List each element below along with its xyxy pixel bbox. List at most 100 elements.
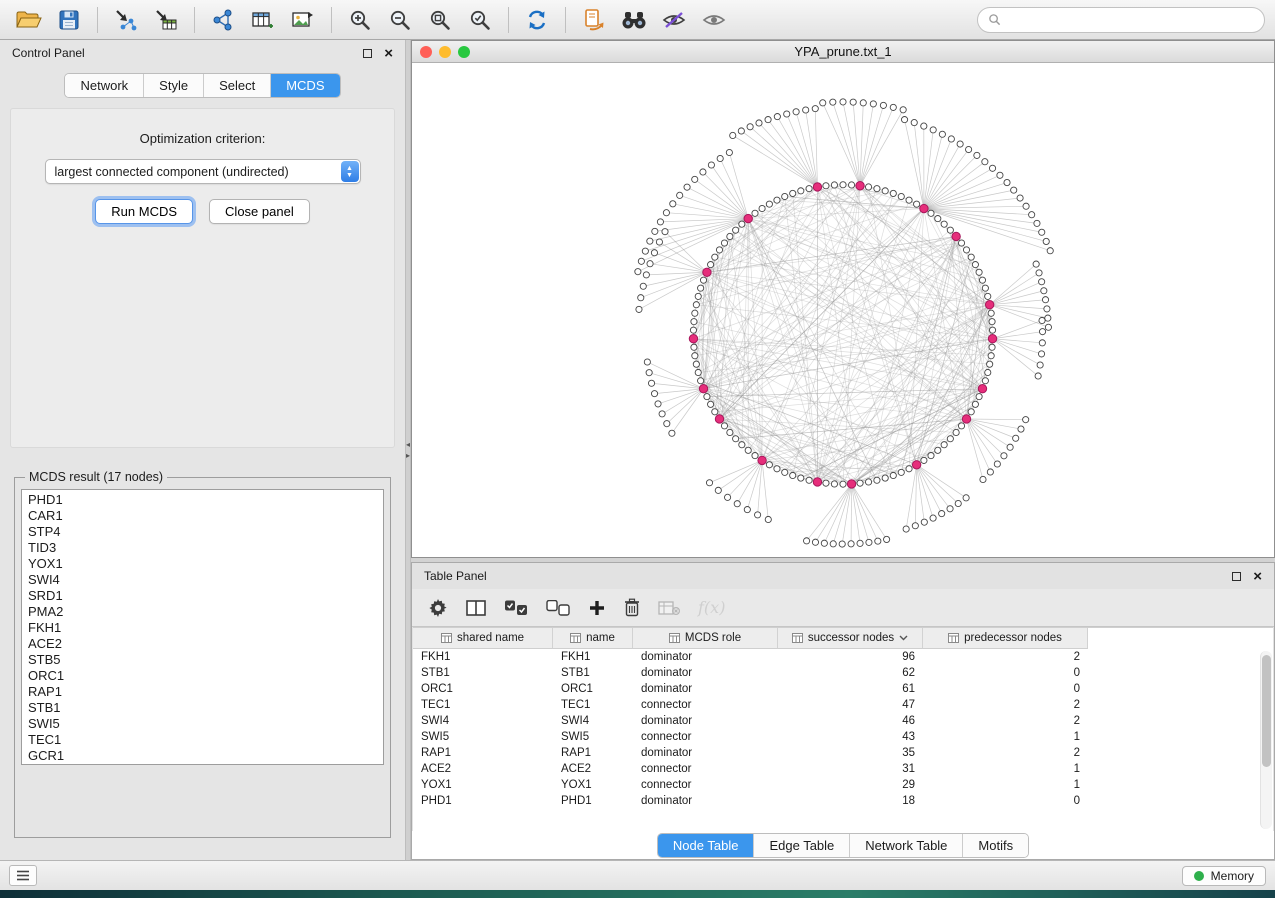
select-all-button[interactable]	[504, 600, 528, 616]
table-scrollbar[interactable]	[1260, 651, 1272, 829]
column-header-predecessor-nodes[interactable]: predecessor nodes	[923, 628, 1088, 649]
network-canvas[interactable]	[412, 63, 1274, 557]
find-button[interactable]	[615, 4, 653, 36]
tab-edge-table[interactable]: Edge Table	[754, 834, 850, 857]
mcds-node-item[interactable]: PMA2	[28, 604, 383, 620]
mcds-node-item[interactable]: TEC1	[28, 732, 383, 748]
toggle-columns-button[interactable]	[466, 599, 486, 617]
search-input[interactable]	[1007, 13, 1254, 27]
deselect-all-button[interactable]	[546, 600, 570, 616]
cell-mcds-role: connector	[633, 763, 778, 775]
mcds-node-item[interactable]: GCR1	[28, 748, 383, 764]
show-view-button[interactable]	[695, 4, 733, 36]
float-panel-icon[interactable]	[363, 49, 372, 58]
close-window-icon[interactable]	[420, 46, 432, 58]
open-folder-icon	[16, 9, 42, 31]
zoom-fit-magnifier-icon	[428, 8, 452, 32]
mcds-node-item[interactable]: CAR1	[28, 508, 383, 524]
cell-name: FKH1	[553, 651, 633, 663]
cell-mcds-role: dominator	[633, 747, 778, 759]
cell-shared-name: TEC1	[413, 699, 553, 711]
zoom-fit-button[interactable]	[421, 4, 459, 36]
toggle-graphics-button[interactable]	[655, 4, 693, 36]
add-column-button[interactable]	[588, 599, 606, 617]
close-table-panel-icon[interactable]: ×	[1253, 569, 1262, 584]
cell-name: ACE2	[553, 763, 633, 775]
float-table-panel-icon[interactable]	[1232, 572, 1241, 581]
column-header-successor-nodes[interactable]: successor nodes	[778, 628, 923, 649]
tab-network[interactable]: Network	[65, 74, 144, 97]
tab-select[interactable]: Select	[204, 74, 271, 97]
network-window-title: YPA_prune.txt_1	[412, 44, 1274, 59]
mcds-node-item[interactable]: SRD1	[28, 588, 383, 604]
open-session-button[interactable]	[10, 4, 48, 36]
import-table-button[interactable]	[147, 4, 185, 36]
mcds-node-item[interactable]: SWI4	[28, 572, 383, 588]
maximize-window-icon[interactable]	[458, 46, 470, 58]
table-row[interactable]: ACE2ACE2connector311	[413, 761, 1273, 777]
tab-node-table[interactable]: Node Table	[658, 834, 755, 857]
memory-button[interactable]: Memory	[1182, 866, 1266, 886]
cell-successor-nodes: 29	[778, 779, 923, 791]
close-panel-icon[interactable]: ×	[384, 46, 393, 61]
tab-mcds[interactable]: MCDS	[271, 74, 339, 97]
import-network-button[interactable]	[107, 4, 145, 36]
cell-name: STB1	[553, 667, 633, 679]
mcds-node-item[interactable]: FKH1	[28, 620, 383, 636]
splitter-expand-icon[interactable]: ▸	[406, 451, 410, 460]
eye-brush-icon	[662, 10, 686, 30]
share-document-button[interactable]	[575, 4, 613, 36]
zoom-selected-button[interactable]	[461, 4, 499, 36]
column-header-MCDS-role[interactable]: MCDS role	[633, 628, 778, 649]
mcds-node-item[interactable]: ORC1	[28, 668, 383, 684]
column-header-name[interactable]: name	[553, 628, 633, 649]
cell-successor-nodes: 18	[778, 795, 923, 807]
minimize-window-icon[interactable]	[439, 46, 451, 58]
mcds-result-title: MCDS result (17 nodes)	[25, 470, 167, 484]
tab-style[interactable]: Style	[144, 74, 204, 97]
table-row[interactable]: YOX1YOX1connector291	[413, 777, 1273, 793]
table-row[interactable]: SWI4SWI4dominator462	[413, 713, 1273, 729]
column-header-shared-name[interactable]: shared name	[413, 628, 553, 649]
table-row[interactable]: ORC1ORC1dominator610	[413, 681, 1273, 697]
refresh-view-button[interactable]	[518, 4, 556, 36]
optimization-criterion-select[interactable]: largest connected component (undirected)…	[45, 159, 361, 184]
run-mcds-button[interactable]: Run MCDS	[95, 199, 193, 224]
close-panel-button[interactable]: Close panel	[209, 199, 310, 224]
zoom-out-button[interactable]	[381, 4, 419, 36]
export-image-button[interactable]	[284, 4, 322, 36]
table-row[interactable]: FKH1FKH1dominator962	[413, 649, 1273, 665]
splitter-collapse-icon[interactable]: ◂	[406, 440, 410, 449]
table-panel-title: Table Panel	[424, 569, 487, 583]
select-stepper-icon: ▲▼	[341, 161, 359, 182]
table-row[interactable]: RAP1RAP1dominator352	[413, 745, 1273, 761]
mcds-node-item[interactable]: STP4	[28, 524, 383, 540]
mcds-node-item[interactable]: RAP1	[28, 684, 383, 700]
tab-network-table[interactable]: Network Table	[850, 834, 963, 857]
mcds-result-list[interactable]: PHD1CAR1STP4TID3YOX1SWI4SRD1PMA2FKH1ACE2…	[21, 489, 384, 765]
table-row[interactable]: TEC1TEC1connector472	[413, 697, 1273, 713]
mcds-node-item[interactable]: ACE2	[28, 636, 383, 652]
new-network-button[interactable]	[204, 4, 242, 36]
binoculars-icon	[621, 10, 647, 30]
table-settings-button[interactable]	[428, 598, 448, 618]
delete-columns-button[interactable]	[624, 598, 640, 617]
mcds-node-item[interactable]: STB5	[28, 652, 383, 668]
new-table-button[interactable]	[244, 4, 282, 36]
save-session-button[interactable]	[50, 4, 88, 36]
mcds-node-item[interactable]: PHD1	[28, 492, 383, 508]
table-row[interactable]: PHD1PHD1dominator180	[413, 793, 1273, 809]
zoom-in-button[interactable]	[341, 4, 379, 36]
column-header-label: MCDS role	[685, 632, 741, 644]
cell-predecessor-nodes: 1	[923, 763, 1088, 775]
table-row[interactable]: SWI5SWI5connector431	[413, 729, 1273, 745]
optimization-criterion-label: Optimization criterion:	[140, 131, 266, 146]
mcds-node-item[interactable]: STB1	[28, 700, 383, 716]
table-row[interactable]: STB1STB1dominator620	[413, 665, 1273, 681]
mcds-node-item[interactable]: SWI5	[28, 716, 383, 732]
mcds-node-item[interactable]: YOX1	[28, 556, 383, 572]
mcds-node-item[interactable]: TID3	[28, 540, 383, 556]
scrollbar-thumb[interactable]	[1262, 655, 1271, 767]
status-menu-button[interactable]	[9, 865, 37, 886]
tab-motifs[interactable]: Motifs	[963, 834, 1028, 857]
